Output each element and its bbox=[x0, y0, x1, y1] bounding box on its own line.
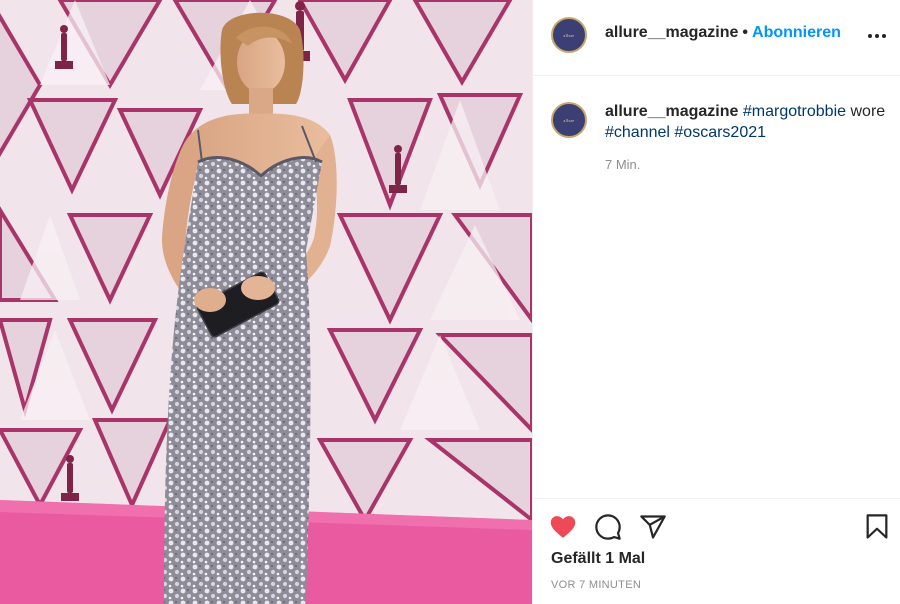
follow-button[interactable]: Abonnieren bbox=[752, 24, 841, 41]
avatar-brand-text: allure bbox=[563, 32, 575, 38]
comment-icon[interactable] bbox=[594, 513, 622, 541]
post-side-panel: allure allure__magazine • Abonnieren allur… bbox=[532, 0, 900, 604]
hashtag-margotrobbie[interactable]: #margotrobbie bbox=[743, 103, 846, 120]
header-user-line: allure__magazine • Abonnieren bbox=[605, 24, 841, 42]
red-carpet-photo bbox=[0, 0, 532, 604]
caption-username[interactable]: allure__magazine bbox=[605, 103, 738, 120]
hashtag-oscars2021[interactable]: #oscars2021 bbox=[674, 124, 766, 141]
caption-avatar-brand-text: allure bbox=[563, 117, 575, 123]
header-separator: • bbox=[742, 24, 749, 41]
share-paper-plane-icon[interactable] bbox=[639, 513, 667, 541]
hashtag-channel[interactable]: #channel bbox=[605, 124, 670, 141]
avatar[interactable]: allure bbox=[551, 17, 587, 53]
likes-count[interactable]: Gefällt 1 Mal bbox=[551, 550, 645, 568]
post-header: allure allure__magazine • Abonnieren bbox=[533, 0, 900, 76]
caption-avatar[interactable]: allure bbox=[551, 102, 587, 138]
bookmark-icon[interactable] bbox=[863, 513, 891, 541]
caption-time[interactable]: 7 Min. bbox=[605, 157, 640, 172]
post-date[interactable]: VOR 7 MINUTEN bbox=[551, 579, 641, 591]
caption-word: wore bbox=[850, 103, 886, 120]
more-horizontal-icon[interactable] bbox=[867, 26, 887, 46]
heart-filled-icon[interactable] bbox=[549, 513, 577, 541]
header-username[interactable]: allure__magazine bbox=[605, 24, 738, 41]
post-actions: Gefällt 1 Mal VOR 7 MINUTEN bbox=[533, 498, 900, 604]
post-photo[interactable] bbox=[0, 0, 532, 604]
caption-text: allure__magazine #margotrobbie wore #cha… bbox=[605, 101, 895, 143]
